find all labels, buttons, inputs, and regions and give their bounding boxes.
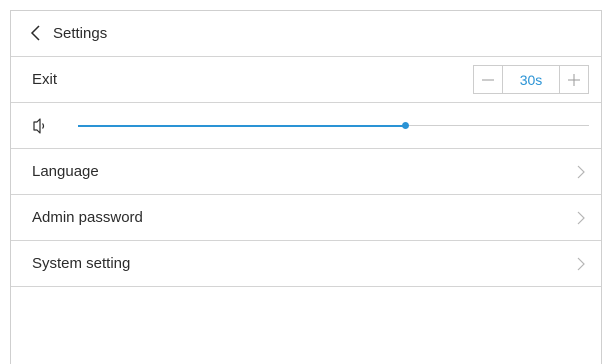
minus-icon — [482, 79, 494, 80]
chevron-right-icon — [577, 165, 585, 179]
volume-slider-thumb[interactable] — [402, 122, 410, 129]
menu-item-system-setting[interactable]: System setting — [11, 241, 601, 287]
menu-item-label: Language — [32, 163, 99, 180]
chevron-right-icon — [577, 211, 585, 225]
decrement-button[interactable] — [474, 66, 502, 93]
menu-item-label: System setting — [32, 255, 131, 272]
plus-icon — [568, 73, 580, 86]
increment-button[interactable] — [560, 66, 588, 93]
volume-slider-fill — [78, 125, 406, 127]
settings-panel: Settings Exit 30s Language Admin passwor… — [10, 10, 602, 364]
exit-row: Exit 30s — [11, 57, 601, 103]
back-arrow-icon[interactable] — [29, 24, 43, 42]
exit-timeout-stepper: 30s — [473, 65, 589, 94]
volume-slider[interactable] — [78, 122, 589, 129]
exit-timeout-value: 30s — [502, 66, 560, 93]
page-title: Settings — [53, 25, 108, 42]
chevron-right-icon — [577, 257, 585, 271]
menu-item-admin-password[interactable]: Admin password — [11, 195, 601, 241]
volume-row — [11, 103, 601, 149]
menu-item-language[interactable]: Language — [11, 149, 601, 195]
exit-label: Exit — [32, 71, 58, 88]
menu-item-label: Admin password — [32, 209, 143, 226]
volume-icon — [33, 118, 45, 134]
settings-header: Settings — [11, 11, 601, 57]
